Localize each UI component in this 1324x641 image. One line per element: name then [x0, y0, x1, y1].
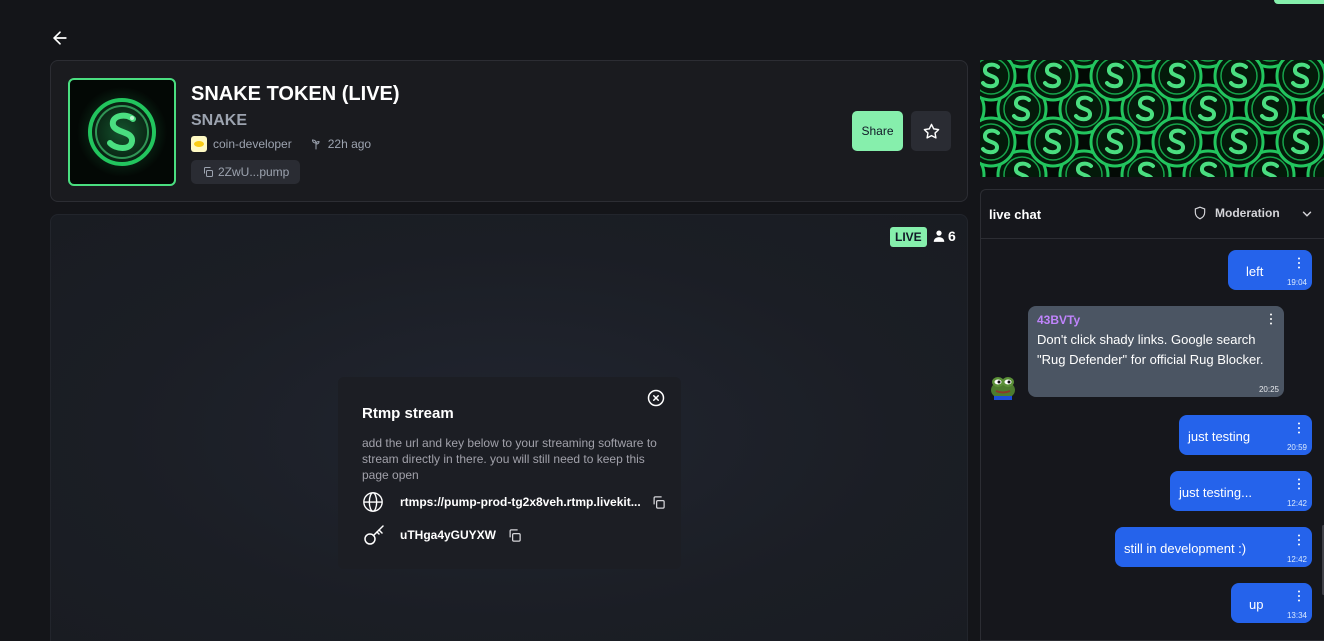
rtmp-url-row: rtmps://pump-prod-tg2x8veh.rtmp.livekit.…	[362, 491, 667, 513]
message-text: just testing...	[1179, 485, 1252, 500]
kebab-icon[interactable]	[1294, 257, 1304, 269]
token-name: SNAKE TOKEN (LIVE)	[191, 83, 400, 105]
message-text: still in development :)	[1124, 541, 1247, 556]
key-icon	[364, 525, 384, 545]
token-ticker: SNAKE	[191, 112, 248, 129]
chat-message[interactable]: just testing... 12:42	[1170, 471, 1312, 511]
token-image	[68, 78, 176, 186]
chat-message[interactable]: 43BVTy Don't click shady links. Google s…	[1028, 306, 1284, 397]
live-chat-panel: live chat Moderation left 19:04 43BVTy D…	[980, 189, 1324, 641]
kebab-icon[interactable]	[1294, 590, 1304, 602]
rtmp-key-row: uTHga4yGUYXW	[362, 523, 522, 547]
contract-address-chip[interactable]: 2ZwU...pump	[191, 160, 301, 184]
user-avatar[interactable]	[989, 372, 1017, 400]
creator-avatar[interactable]	[191, 136, 207, 152]
kebab-icon[interactable]	[1266, 313, 1276, 325]
message-text: left	[1246, 264, 1264, 279]
contract-address: 2ZwU...pump	[218, 165, 290, 179]
top-corner-accent	[1274, 0, 1324, 4]
back-button[interactable]	[48, 26, 72, 50]
kebab-icon[interactable]	[1294, 422, 1304, 434]
rtmp-title: Rtmp stream	[362, 405, 454, 422]
share-button[interactable]: Share	[852, 111, 903, 151]
kebab-icon[interactable]	[1294, 534, 1304, 546]
live-badge: LIVE	[890, 227, 927, 247]
message-text: Don't click shady links. Google search "…	[1037, 332, 1264, 367]
message-text: up	[1249, 597, 1264, 612]
copy-icon	[653, 495, 665, 509]
chat-message[interactable]: just testing 20:59	[1179, 415, 1312, 455]
close-circle-icon	[647, 389, 665, 407]
token-header-card: SNAKE TOKEN (LIVE) SNAKE coin-developer …	[50, 60, 968, 202]
message-time: 20:25	[1258, 385, 1279, 394]
collapse-chat-button[interactable]	[1300, 207, 1314, 226]
chat-title: live chat	[989, 207, 1042, 222]
message-time: 13:34	[1286, 611, 1307, 620]
globe-icon	[363, 492, 383, 512]
viewer-count: 6	[932, 228, 956, 244]
message-time: 19:04	[1286, 278, 1307, 287]
stream-player: LIVE 6 Rtmp stream add the url and key b…	[50, 214, 968, 641]
kebab-icon[interactable]	[1294, 478, 1304, 490]
star-icon	[923, 123, 939, 139]
moderation-label: Moderation	[1215, 206, 1280, 220]
message-time: 12:42	[1286, 499, 1307, 508]
sprout-icon	[311, 139, 320, 150]
copy-url-button[interactable]	[651, 494, 667, 510]
token-banner	[980, 60, 1324, 177]
chat-header: live chat Moderation	[981, 190, 1324, 239]
favorite-button[interactable]	[911, 111, 951, 151]
token-age: 22h ago	[327, 137, 372, 151]
creator-name[interactable]: coin-developer	[213, 137, 292, 151]
rtmp-close-button[interactable]	[647, 389, 665, 407]
rtmp-description: add the url and key below to your stream…	[362, 436, 657, 482]
rtmp-stream-dialog: Rtmp stream add the url and key below to…	[338, 377, 681, 569]
message-time: 12:42	[1286, 555, 1307, 564]
message-username[interactable]: 43BVTy	[1037, 313, 1080, 327]
copy-key-button[interactable]	[506, 527, 522, 543]
copy-icon	[204, 167, 213, 177]
shield-icon	[1194, 206, 1206, 220]
user-icon	[933, 230, 945, 242]
rtmp-key[interactable]: uTHga4yGUYXW	[400, 528, 496, 542]
chat-message[interactable]: still in development :) 12:42	[1115, 527, 1312, 567]
chat-message[interactable]: left 19:04	[1228, 250, 1312, 290]
copy-icon	[509, 528, 521, 542]
message-time: 20:59	[1286, 443, 1307, 452]
chat-message[interactable]: up 13:34	[1231, 583, 1312, 623]
viewer-count-value: 6	[948, 228, 956, 244]
token-meta: coin-developer 22h ago	[191, 136, 371, 152]
rtmp-url[interactable]: rtmps://pump-prod-tg2x8veh.rtmp.livekit.…	[400, 495, 641, 509]
chevron-down-icon	[1302, 211, 1312, 217]
arrow-left-icon	[53, 31, 67, 45]
message-text: just testing	[1188, 429, 1251, 444]
moderation-button[interactable]: Moderation	[1193, 206, 1280, 220]
